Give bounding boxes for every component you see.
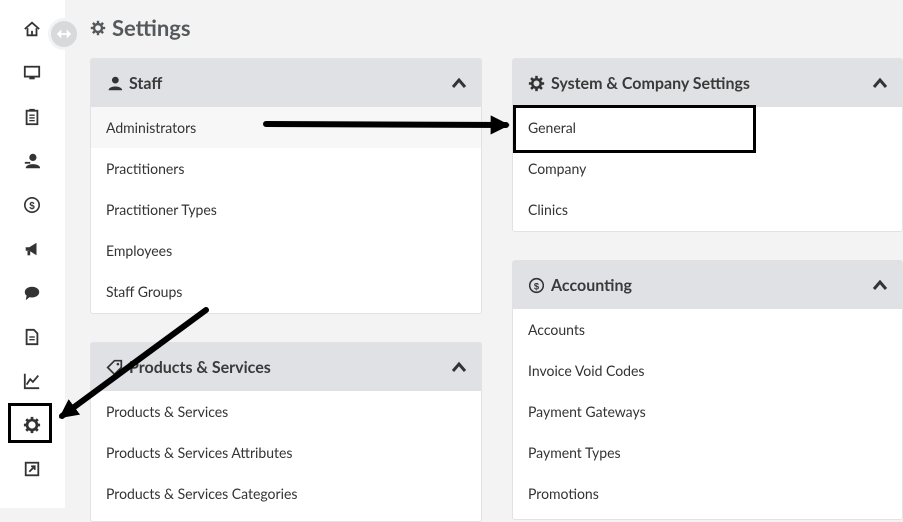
products-item-attributes[interactable]: Products & Services Attributes: [91, 432, 481, 473]
staff-icon: [106, 75, 123, 92]
products-card-title: Products & Services: [129, 357, 271, 377]
staff-card-title: Staff: [129, 73, 163, 93]
sidebar-toggle-button[interactable]: [48, 18, 80, 50]
chevron-up-icon[interactable]: [451, 75, 467, 91]
accounting-item-payment-gateways[interactable]: Payment Gateways: [513, 391, 902, 432]
staff-item-practitioners[interactable]: Practitioners: [91, 148, 481, 189]
staff-item-staff-groups[interactable]: Staff Groups: [91, 271, 481, 312]
staff-card-header[interactable]: Staff: [91, 59, 481, 107]
home-icon[interactable]: [21, 18, 43, 40]
megaphone-icon[interactable]: [21, 238, 43, 260]
document-icon[interactable]: [21, 326, 43, 348]
dollar-icon[interactable]: $: [21, 194, 43, 216]
accounting-item-accounts[interactable]: Accounts: [513, 309, 902, 350]
accounting-card-title: Accounting: [551, 275, 632, 295]
page-title-text: Settings: [112, 14, 191, 41]
products-card: Products & Services Products & Services …: [90, 342, 482, 522]
staff-item-practitioner-types[interactable]: Practitioner Types: [91, 189, 481, 230]
chart-icon[interactable]: [21, 370, 43, 392]
clipboard-icon[interactable]: [21, 106, 43, 128]
chevron-up-icon[interactable]: [872, 75, 888, 91]
chevron-up-icon[interactable]: [451, 359, 467, 375]
staff-card: Staff Administrators Practitioners Pract…: [90, 58, 482, 314]
accounting-item-payment-types[interactable]: Payment Types: [513, 432, 902, 473]
accounting-card: $ Accounting Accounts Invoice Void Codes…: [512, 260, 903, 520]
gear-icon: [90, 20, 106, 35]
staff-item-employees[interactable]: Employees: [91, 230, 481, 271]
products-item-products-services[interactable]: Products & Services: [91, 391, 481, 432]
chat-icon[interactable]: [21, 282, 43, 304]
svg-text:$: $: [29, 201, 35, 212]
external-link-icon[interactable]: [21, 458, 43, 480]
products-card-header[interactable]: Products & Services: [91, 343, 481, 391]
accounting-card-header[interactable]: $ Accounting: [513, 261, 902, 309]
expand-arrows-icon: [56, 29, 72, 39]
system-item-company[interactable]: Company: [513, 148, 902, 189]
page-title: Settings: [90, 14, 191, 41]
system-card-header[interactable]: System & Company Settings: [513, 59, 902, 107]
system-card-title: System & Company Settings: [551, 73, 750, 93]
sidebar: $: [0, 0, 65, 508]
gear-icon: [528, 75, 545, 92]
accounting-item-invoice-void-codes[interactable]: Invoice Void Codes: [513, 350, 902, 391]
chevron-up-icon[interactable]: [872, 277, 888, 293]
settings-highlight-box: [8, 403, 52, 443]
tag-icon: [106, 359, 123, 376]
svg-text:$: $: [534, 281, 540, 291]
system-item-clinics[interactable]: Clinics: [513, 189, 902, 230]
dollar-icon: $: [528, 277, 545, 294]
staff-icon[interactable]: [21, 150, 43, 172]
monitor-icon[interactable]: [21, 62, 43, 84]
general-highlight-box: [513, 105, 756, 153]
staff-item-administrators[interactable]: Administrators: [91, 107, 481, 148]
